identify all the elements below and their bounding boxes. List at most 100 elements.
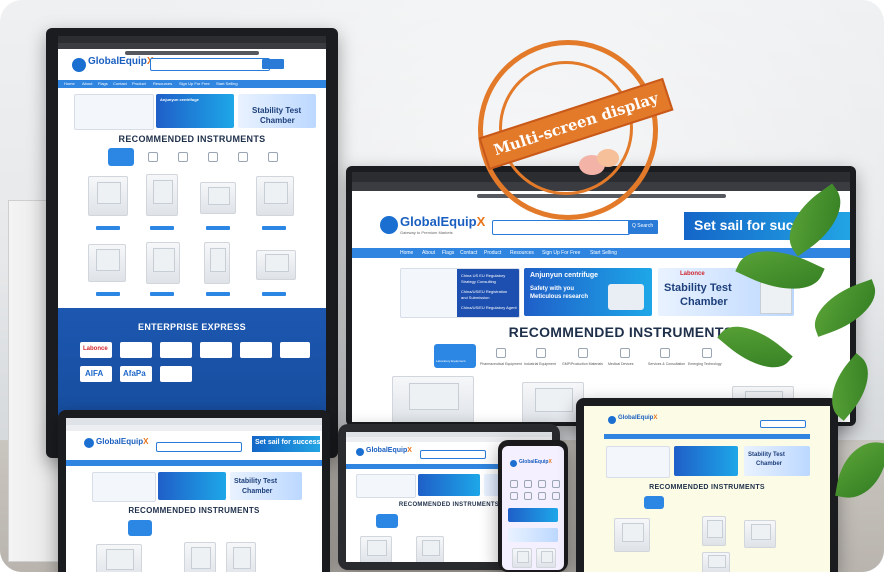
nav-home[interactable]: Home <box>64 80 75 88</box>
product-card[interactable] <box>360 536 392 562</box>
nav-product[interactable]: Product <box>484 248 501 258</box>
nav-contact[interactable]: Contact <box>460 248 477 258</box>
category-pharma-icon[interactable] <box>496 348 506 358</box>
category-icon[interactable] <box>524 492 532 500</box>
regulatory-banner[interactable] <box>606 446 670 478</box>
search-input[interactable] <box>492 220 630 235</box>
product-card[interactable] <box>536 548 556 568</box>
category-lab-equipment[interactable]: Laboratory Equipment <box>434 344 476 368</box>
category-pharma-label[interactable]: Pharmaceutical Equipment <box>480 362 522 366</box>
search-button[interactable]: Q Search <box>628 220 658 234</box>
product-card[interactable] <box>256 250 296 280</box>
category-gmp-icon[interactable] <box>578 348 588 358</box>
nav-flags[interactable]: Flags <box>442 248 454 258</box>
centrifuge-banner[interactable]: Anjunyun centrifuge <box>156 94 234 128</box>
product-card[interactable] <box>146 174 178 216</box>
category-icon[interactable] <box>538 480 546 488</box>
nav-contact[interactable]: Contact <box>113 80 127 88</box>
brand-logo-text[interactable]: GlobalEquipX <box>519 459 552 465</box>
enterprise-logo-afapa[interactable]: AfaPa <box>120 366 152 382</box>
search-input[interactable] <box>420 450 486 459</box>
product-card[interactable] <box>614 518 650 552</box>
nav-product[interactable]: Product <box>132 80 146 88</box>
category-services-label[interactable]: Services & Consultation <box>648 362 685 366</box>
request-quote-button[interactable] <box>96 292 120 296</box>
product-card[interactable] <box>96 544 142 572</box>
request-quote-button[interactable] <box>96 226 120 230</box>
stability-banner[interactable]: Stability Test Chamber <box>230 472 302 500</box>
product-card[interactable] <box>184 542 216 572</box>
category-gmp-label[interactable]: GMP/Production Materials <box>562 362 603 366</box>
nav-home[interactable]: Home <box>400 248 413 258</box>
search-input[interactable] <box>150 58 270 71</box>
category-gmp-icon[interactable] <box>208 152 218 162</box>
centrifuge-banner[interactable] <box>418 474 480 496</box>
product-card[interactable] <box>512 548 532 568</box>
request-quote-button[interactable] <box>262 292 286 296</box>
enterprise-logo[interactable] <box>240 342 272 358</box>
category-lab-equipment[interactable] <box>128 520 152 536</box>
category-services-icon[interactable] <box>660 348 670 358</box>
category-medical-label[interactable]: Medical Devices <box>608 362 633 366</box>
category-industrial-icon[interactable] <box>178 152 188 162</box>
category-pharma-icon[interactable] <box>148 152 158 162</box>
enterprise-logo-labonce[interactable]: Labonce <box>80 342 112 358</box>
request-quote-button[interactable] <box>206 226 230 230</box>
request-quote-button[interactable] <box>262 226 286 230</box>
nav-signup[interactable]: Sign Up For Free <box>179 80 210 88</box>
category-lab-equipment[interactable] <box>644 496 664 509</box>
brand-logo-text[interactable]: GlobalEquipX <box>400 214 485 229</box>
category-medical-icon[interactable] <box>620 348 630 358</box>
enterprise-logo[interactable] <box>120 342 152 358</box>
category-industrial-label[interactable]: Industrial Equipment <box>524 362 556 366</box>
phone-banner[interactable] <box>508 508 558 522</box>
product-card[interactable] <box>416 536 444 562</box>
enterprise-logo[interactable] <box>160 366 192 382</box>
search-button[interactable] <box>262 59 284 69</box>
nav-start-selling[interactable]: Start Selling <box>590 248 617 258</box>
product-card[interactable] <box>204 242 230 284</box>
product-card[interactable] <box>392 376 474 422</box>
category-lab-equipment[interactable] <box>376 514 398 528</box>
product-card[interactable] <box>200 182 236 214</box>
centrifuge-banner[interactable] <box>158 472 226 500</box>
request-quote-button[interactable] <box>150 292 174 296</box>
nav-about[interactable]: About <box>422 248 435 258</box>
category-services-icon[interactable] <box>268 152 278 162</box>
brand-logo-text[interactable]: GlobalEquipX <box>366 447 412 454</box>
nav-resources[interactable]: Resources <box>510 248 534 258</box>
product-card[interactable] <box>226 542 256 572</box>
nav-flags[interactable]: Flags <box>98 80 108 88</box>
enterprise-logo-aifa[interactable]: AIFA <box>80 366 112 382</box>
enterprise-logo[interactable] <box>160 342 192 358</box>
brand-logo-text[interactable]: GlobalEquipX <box>96 437 148 446</box>
nav-resources[interactable]: Resources <box>153 80 172 88</box>
category-icon[interactable] <box>538 492 546 500</box>
enterprise-logo[interactable] <box>280 342 310 358</box>
regulatory-banner[interactable]: China US EU Regulatory Strategy Consulti… <box>400 268 520 318</box>
category-icon[interactable] <box>552 480 560 488</box>
nav-start-selling[interactable]: Start Selling <box>216 80 238 88</box>
category-industrial-icon[interactable] <box>536 348 546 358</box>
nav-about[interactable]: About <box>82 80 92 88</box>
category-medical-icon[interactable] <box>238 152 248 162</box>
brand-logo-text[interactable]: GlobalEquipX <box>618 415 657 421</box>
category-icon[interactable] <box>510 480 518 488</box>
regulatory-banner[interactable] <box>92 472 156 502</box>
product-card[interactable] <box>146 242 180 284</box>
nav-signup[interactable]: Sign Up For Free <box>542 248 580 258</box>
product-card[interactable] <box>88 244 126 282</box>
category-icon[interactable] <box>510 492 518 500</box>
category-icon[interactable] <box>552 492 560 500</box>
phone-banner[interactable] <box>508 528 558 542</box>
enterprise-logo[interactable] <box>200 342 232 358</box>
stability-banner[interactable]: Stability Test Chamber <box>238 94 316 128</box>
request-quote-button[interactable] <box>150 226 174 230</box>
category-lab-equipment[interactable] <box>108 148 134 166</box>
regulatory-banner[interactable] <box>356 474 416 498</box>
product-card[interactable] <box>88 176 128 216</box>
product-card[interactable] <box>256 176 294 216</box>
search-input[interactable] <box>156 442 242 452</box>
brand-logo-text[interactable]: GlobalEquipX <box>88 56 154 67</box>
centrifuge-banner[interactable]: Anjunyun centrifuge Safety with you Meti… <box>524 268 652 316</box>
